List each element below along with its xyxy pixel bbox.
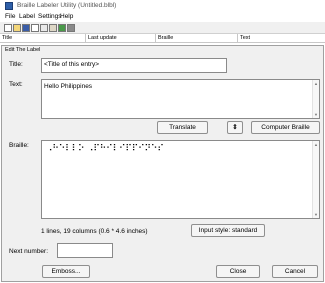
- text-label: Text:: [9, 81, 23, 88]
- app-icon: [5, 2, 13, 10]
- paste-icon[interactable]: [49, 24, 57, 32]
- app-window: Braille Labeler Utility (Untitled.blbl) …: [0, 0, 325, 283]
- braille-label: Braille:: [9, 142, 29, 149]
- emboss-button[interactable]: Emboss...: [42, 265, 90, 278]
- close-button[interactable]: Close: [216, 265, 260, 278]
- input-style-button[interactable]: Input style: standard: [191, 224, 265, 237]
- dialog-caption: Edit The Label: [5, 47, 41, 53]
- braille-value: ⠠⠓⠑⠇⠇⠕ ⠠⠏⠓⠊⠇⠊⠏⠏⠊⠝⠑⠎: [46, 144, 164, 154]
- title-input-value: <Title of this entry>: [44, 61, 100, 68]
- menu-settings[interactable]: Settings: [38, 13, 62, 20]
- title-label: Title:: [9, 61, 23, 68]
- window-title: Braille Labeler Utility (Untitled.blbl): [17, 2, 117, 9]
- cut-icon[interactable]: [40, 24, 48, 32]
- copy-icon[interactable]: [31, 24, 39, 32]
- braille-area-scrollbar[interactable]: ▲ ▼: [312, 141, 319, 218]
- column-text[interactable]: Text: [238, 34, 325, 43]
- list-header: Title Last update Braille Text: [0, 34, 325, 43]
- save-icon[interactable]: [22, 24, 30, 32]
- edit-label-dialog: Edit The Label Title: <Title of this ent…: [1, 45, 324, 282]
- new-icon[interactable]: [4, 24, 12, 32]
- open-icon[interactable]: [13, 24, 21, 32]
- cancel-button[interactable]: Cancel: [272, 265, 318, 278]
- toolbar: [0, 22, 325, 34]
- column-title[interactable]: Title: [0, 34, 86, 43]
- menu-help[interactable]: Help: [60, 13, 73, 20]
- column-braille[interactable]: Braille: [156, 34, 238, 43]
- menu-file[interactable]: File: [5, 13, 15, 20]
- text-area-value: Hello Philippines: [44, 83, 93, 90]
- scroll-up-icon[interactable]: ▲: [314, 81, 318, 86]
- title-input[interactable]: <Title of this entry>: [41, 58, 227, 73]
- text-area[interactable]: Hello Philippines ▲ ▼: [41, 79, 320, 119]
- next-number-input[interactable]: [57, 243, 113, 258]
- translate-button[interactable]: Translate: [157, 121, 208, 134]
- scroll-up-icon[interactable]: ▲: [314, 142, 318, 147]
- scroll-down-icon[interactable]: ▼: [314, 112, 318, 117]
- text-area-scrollbar[interactable]: ▲ ▼: [312, 80, 319, 118]
- swap-arrows-button[interactable]: ⇕: [227, 121, 243, 134]
- print-icon[interactable]: [67, 24, 75, 32]
- emboss-icon[interactable]: [58, 24, 66, 32]
- computer-braille-button[interactable]: Computer Braille: [251, 121, 320, 134]
- menu-bar: File Label Settings Help: [0, 12, 325, 22]
- title-bar: Braille Labeler Utility (Untitled.blbl): [0, 0, 325, 12]
- column-last-update[interactable]: Last update: [86, 34, 156, 43]
- menu-label[interactable]: Label: [19, 13, 35, 20]
- scroll-down-icon[interactable]: ▼: [314, 212, 318, 217]
- next-number-label: Next number:: [9, 248, 49, 255]
- dimension-status: 1 lines, 19 columns (0.6 * 4.6 inches): [41, 228, 148, 235]
- braille-area[interactable]: ⠠⠓⠑⠇⠇⠕ ⠠⠏⠓⠊⠇⠊⠏⠏⠊⠝⠑⠎ ▲ ▼: [41, 140, 320, 219]
